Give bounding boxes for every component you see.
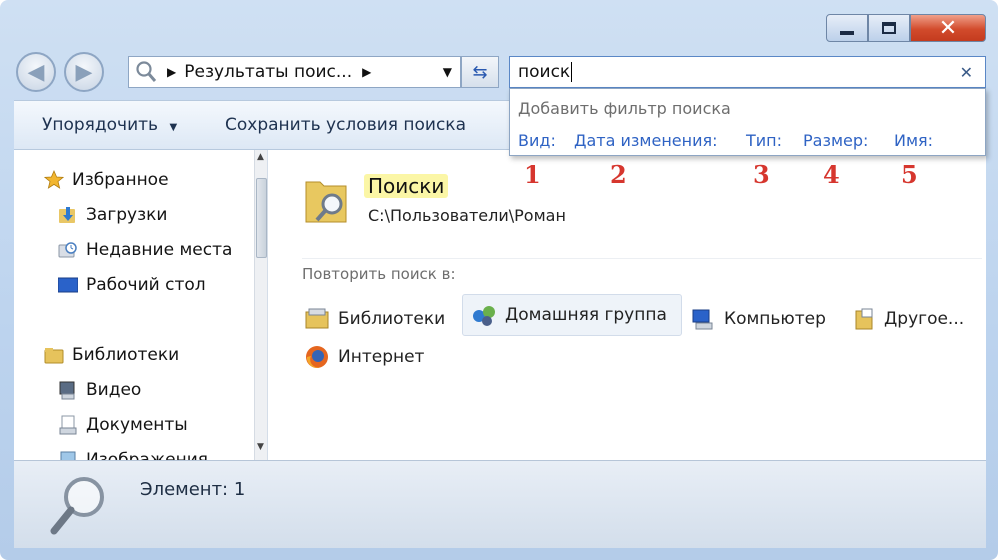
repeat-search-label: Повторить поиск в:	[302, 265, 456, 283]
explorer-window: ✕ ◀ ▶ ▶ Результаты поис... ▶ ▼ ⇆ поиск ✕…	[0, 0, 998, 560]
results-pane: Поиски C:\Пользователи\Роман Повторить п…	[268, 150, 986, 460]
video-library-icon	[59, 381, 75, 400]
address-history-dropdown-icon[interactable]: ▼	[443, 65, 452, 79]
details-pane: Элемент: 1	[14, 460, 986, 548]
text-caret	[571, 62, 573, 82]
organize-button[interactable]: Упорядочить ▼	[42, 115, 177, 135]
sidebar-item-recent-places[interactable]: Недавние места	[58, 240, 232, 260]
firefox-icon	[306, 346, 328, 368]
minimize-button[interactable]	[826, 14, 868, 42]
repeat-location-libraries[interactable]: Библиотеки	[304, 302, 445, 336]
scrollbar-thumb[interactable]	[256, 178, 267, 258]
forward-button[interactable]: ▶	[64, 52, 104, 92]
scroll-down-icon[interactable]: ▼	[257, 442, 264, 452]
sidebar-item-images[interactable]: Изображения	[58, 450, 208, 460]
annotation-number-5: 5	[901, 160, 918, 189]
save-search-button[interactable]: Сохранить условия поиска	[225, 115, 466, 135]
annotation-number-1: 1	[524, 160, 541, 189]
filter-type[interactable]: Тип:	[746, 131, 782, 150]
search-result-item[interactable]: Поиски C:\Пользователи\Роман	[302, 170, 622, 230]
refresh-arrows-icon: ⇆	[472, 61, 488, 83]
navigation-pane: Избранное Загрузки Недавние места Рабочи…	[14, 150, 267, 460]
documents-library-icon	[59, 415, 77, 435]
result-name: Поиски	[364, 174, 449, 198]
sidebar-item-downloads[interactable]: Загрузки	[58, 205, 167, 225]
search-input-text: поиск	[518, 62, 571, 82]
forward-arrow-icon: ▶	[75, 59, 93, 85]
maximize-icon	[882, 22, 896, 34]
libraries-icon	[305, 308, 329, 329]
sidebar-item-favorites[interactable]: Избранное	[44, 170, 169, 190]
repeat-location-internet[interactable]: Интернет	[304, 340, 424, 374]
search-filter-dropdown: Добавить фильтр поиска Вид: Дата изменен…	[509, 88, 986, 156]
annotation-number-3: 3	[753, 160, 770, 189]
filter-name[interactable]: Имя:	[894, 131, 933, 150]
homegroup-icon	[473, 306, 495, 326]
search-input[interactable]: поиск ✕	[509, 56, 986, 88]
clear-search-icon[interactable]: ✕	[960, 63, 973, 82]
annotation-number-2: 2	[610, 160, 627, 189]
search-filter-title: Добавить фильтр поиска	[518, 99, 731, 118]
annotation-number-4: 4	[823, 160, 840, 189]
breadcrumb-separator-icon: ▶	[167, 65, 177, 79]
close-icon: ✕	[938, 15, 958, 41]
computer-icon	[692, 309, 713, 330]
other-folder-icon	[855, 308, 873, 330]
search-results-icon	[136, 61, 157, 82]
sidebar-item-libraries[interactable]: Библиотеки	[44, 345, 179, 365]
libraries-folder-icon	[44, 348, 64, 364]
sidebar-item-video[interactable]: Видео	[58, 380, 141, 400]
magnifier-icon	[50, 477, 104, 535]
repeat-search-separator	[302, 258, 982, 259]
refresh-button[interactable]: ⇆	[461, 56, 499, 88]
close-button[interactable]: ✕	[910, 14, 986, 42]
sidebar-item-documents[interactable]: Документы	[58, 415, 188, 435]
favorites-star-icon	[44, 170, 64, 189]
breadcrumb-chevron-icon[interactable]: ▶	[362, 65, 371, 79]
back-arrow-icon: ◀	[27, 59, 45, 85]
address-bar[interactable]: ▶ Результаты поис... ▶ ▼	[128, 56, 461, 88]
minimize-icon	[840, 31, 854, 35]
downloads-folder-icon	[59, 207, 75, 223]
repeat-location-computer[interactable]: Компьютер	[690, 302, 826, 336]
organize-dropdown-icon: ▼	[169, 122, 178, 133]
back-button[interactable]: ◀	[16, 52, 56, 92]
sidebar-item-desktop[interactable]: Рабочий стол	[58, 275, 206, 295]
desktop-icon	[58, 277, 78, 293]
repeat-location-homegroup[interactable]: Домашняя группа	[462, 294, 682, 336]
images-library-icon	[60, 451, 76, 460]
searches-folder-icon	[305, 181, 347, 223]
breadcrumb-current[interactable]: Результаты поис...	[184, 62, 352, 82]
maximize-button[interactable]	[868, 14, 910, 42]
filter-size[interactable]: Размер:	[803, 131, 868, 150]
result-path: C:\Пользователи\Роман	[368, 206, 566, 225]
scroll-up-icon[interactable]: ▲	[257, 152, 264, 162]
repeat-location-other[interactable]: Другое...	[852, 302, 964, 336]
filter-date-modified[interactable]: Дата изменения:	[574, 131, 718, 150]
filter-kind[interactable]: Вид:	[518, 131, 556, 150]
sidebar-scrollbar[interactable]: ▲ ▼	[254, 150, 267, 460]
recent-places-icon	[58, 242, 77, 258]
item-count: Элемент: 1	[140, 479, 246, 500]
